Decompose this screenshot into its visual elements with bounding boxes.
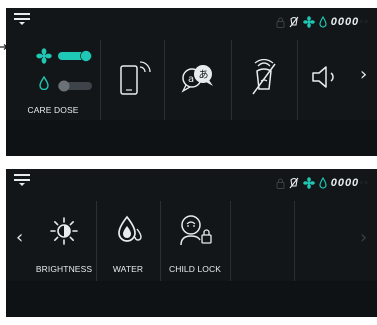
status-icons: 0000◦◦ <box>276 15 369 29</box>
tile-row: ‹ BRIGHTNESS WATER CHILD LOCK › <box>6 201 377 308</box>
level-indicator: 0000◦◦ <box>330 16 369 28</box>
sound-off-status-icon <box>289 16 299 28</box>
menu-icon[interactable] <box>14 174 30 186</box>
tile-label: CARE DOSE <box>27 105 79 115</box>
sound-off-status-icon <box>289 177 299 189</box>
tile-sound-off[interactable] <box>231 40 298 120</box>
fan-status-icon <box>302 177 315 189</box>
child-lock-icon <box>180 215 212 246</box>
language-icon: a あ <box>181 65 213 93</box>
fan-toggle[interactable] <box>58 50 92 62</box>
volume-icon <box>312 66 334 88</box>
status-bar: 0000◦◦ <box>6 8 377 36</box>
tile-care-dose[interactable]: CARE DOSE <box>6 40 101 120</box>
tile-label: WATER <box>112 264 144 274</box>
tile-language[interactable]: a あ <box>164 40 232 120</box>
menu-icon[interactable] <box>14 13 30 25</box>
tile-water[interactable]: WATER <box>96 201 161 281</box>
panel-base <box>6 120 377 156</box>
tile-row: CARE DOSE a あ › <box>6 40 377 147</box>
remote-phone-icon <box>120 61 151 95</box>
sound-off-icon <box>252 59 276 95</box>
tile-remote[interactable] <box>100 40 165 120</box>
tile-label: BRIGHTNESS <box>35 264 93 274</box>
water-status-icon <box>319 177 327 189</box>
next-page-button[interactable]: › <box>360 227 367 248</box>
tile-empty <box>230 201 295 281</box>
next-page-button[interactable]: › <box>360 64 367 85</box>
water-toggle[interactable] <box>58 80 92 92</box>
tile-label: CHILD LOCK <box>168 264 221 274</box>
tile-brightness[interactable]: BRIGHTNESS <box>32 201 97 281</box>
water-icon <box>118 215 142 242</box>
fan-icon <box>36 48 52 64</box>
svg-text:a: a <box>188 74 194 85</box>
lock-status-icon <box>276 17 285 28</box>
lock-status-icon <box>276 178 285 189</box>
prev-page-button[interactable]: ‹ <box>16 227 23 248</box>
brightness-icon <box>50 217 78 245</box>
level-indicator: 0000◦◦ <box>330 177 369 189</box>
panel-base <box>6 281 377 317</box>
tile-child-lock[interactable]: CHILD LOCK <box>160 201 231 281</box>
fan-status-icon <box>302 16 315 28</box>
water-drop-icon <box>39 76 49 90</box>
status-bar: 0000◦◦ <box>6 169 377 197</box>
control-panel-bottom: 0000◦◦ ‹ BRIGHTNESS WATER CHILD LOCK › <box>6 169 377 317</box>
svg-text:あ: あ <box>199 69 209 81</box>
status-icons: 0000◦◦ <box>276 176 369 190</box>
tile-volume[interactable] <box>297 40 355 120</box>
tile-empty <box>294 201 358 281</box>
control-panel-top: 0000◦◦ CARE DOSE a あ › <box>6 8 377 156</box>
water-status-icon <box>319 16 327 28</box>
